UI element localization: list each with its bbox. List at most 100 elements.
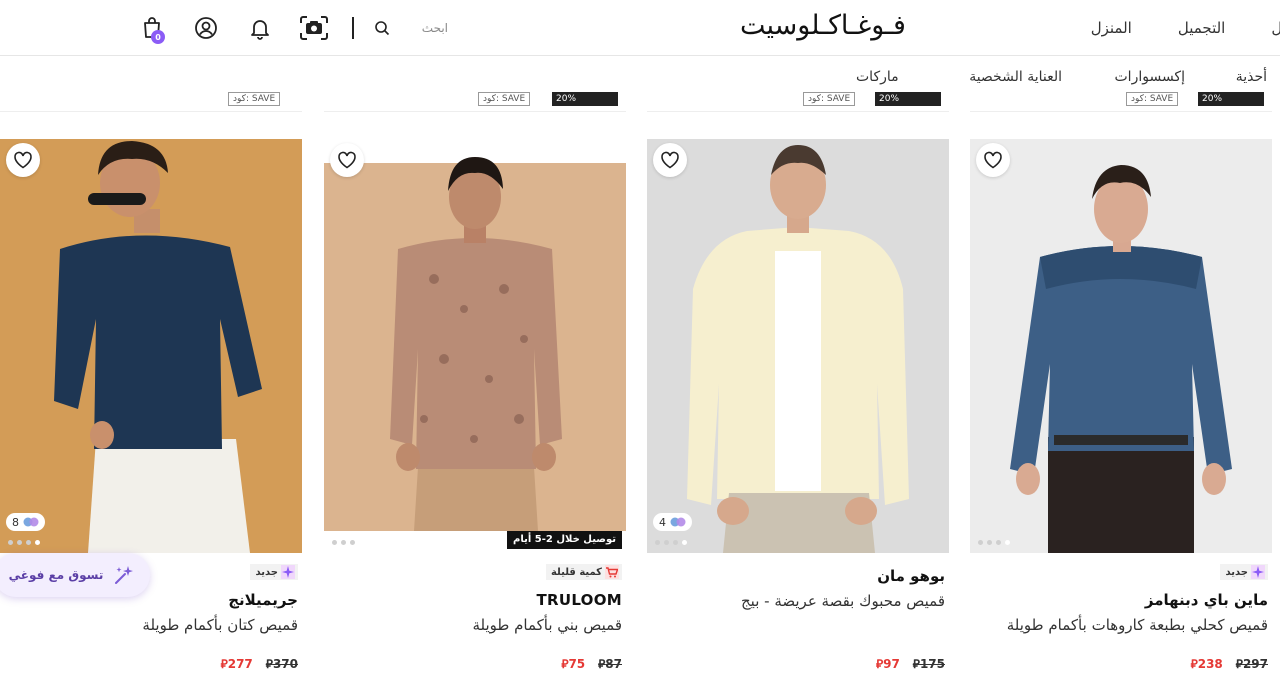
sparkle-wand-icon [115, 566, 134, 584]
product-card[interactable]: 8 جديد جريميلانج قميص كتان بأكمام طويلة … [0, 139, 302, 680]
product-image[interactable] [970, 139, 1272, 553]
product-name[interactable]: قميص كتان بأكمام طويلة [8, 615, 298, 636]
tag-label: كمية قليلة [550, 566, 602, 578]
assistant-label: تسوق مع فوغي [8, 568, 104, 582]
price-row: ⃁297 ⃁238 [1188, 657, 1268, 672]
heart-icon [14, 151, 32, 169]
sparkle-icon [281, 565, 295, 579]
product-brand[interactable]: بوهو مان [877, 567, 945, 585]
sparkle-icon [1251, 565, 1265, 579]
sale-price: ⃁75 [561, 657, 586, 671]
product-card[interactable]: 4 بوهو مان قميص محبوك بقصة عريضة - بيج ⃁… [647, 139, 949, 680]
tag-label: جديد [1225, 566, 1248, 578]
product-brand[interactable]: ماين باي دبنهامز [1145, 591, 1268, 609]
product-name[interactable]: قميص كحلي بطبعة كاروهات بأكمام طويلة [978, 615, 1268, 636]
wishlist-button[interactable] [6, 143, 40, 177]
image-carousel-dots[interactable] [332, 540, 355, 545]
original-price: ⃁175 [912, 657, 945, 671]
nav-item-beauty[interactable]: التجميل [1178, 19, 1226, 37]
search-box[interactable] [374, 12, 464, 44]
delivery-badge: توصيل خلال 2-5 أيام [507, 531, 622, 549]
image-carousel-dots[interactable] [655, 540, 687, 545]
price-row: ⃁175 ⃁97 [873, 657, 945, 672]
heart-icon [338, 151, 356, 169]
camera-search-icon [300, 16, 328, 40]
color-swatches-icon [670, 517, 686, 527]
promo-code-badge: كود: SAVE [228, 92, 281, 106]
product-card[interactable]: جديد ماين باي دبنهامز قميص كحلي بطبعة كا… [970, 139, 1272, 680]
color-swatch-count[interactable]: 4 [653, 513, 692, 531]
original-price: ⃁87 [598, 657, 622, 671]
product-photo [0, 139, 302, 553]
cart-icon [605, 565, 619, 579]
category-accessories[interactable]: إكسسوارات [1115, 69, 1186, 85]
prev-card-footer: 20% كود: SAVE [647, 92, 949, 112]
category-personal-care[interactable]: العناية الشخصية [969, 69, 1062, 85]
riyal-icon: ⃁ [1235, 657, 1243, 671]
bell-icon [251, 20, 269, 40]
new-tag: جديد [1220, 564, 1268, 580]
category-brands[interactable]: ماركات [856, 69, 899, 85]
category-bar: أحذية إكسسوارات العناية الشخصية ماركات [0, 57, 1280, 97]
account-button[interactable] [190, 12, 222, 44]
discount-badge: 20% [875, 92, 941, 106]
prev-card-footer: 20% كود: SAVE [970, 92, 1272, 112]
new-tag: جديد [250, 564, 298, 580]
shop-assistant-button[interactable]: تسوق مع فوغي [0, 553, 150, 597]
header-divider [352, 17, 354, 39]
bag-button[interactable]: 0 [136, 12, 168, 44]
heart-icon [984, 151, 1002, 169]
wishlist-button[interactable] [653, 143, 687, 177]
sale-price: ⃁238 [1190, 657, 1223, 671]
prev-card-footer: كود: SAVE [0, 92, 302, 112]
sale-price: ⃁277 [220, 657, 253, 671]
notifications-button[interactable] [244, 12, 276, 44]
promo-code-badge: كود: SAVE [803, 92, 856, 106]
low-stock-tag: كمية قليلة [545, 564, 622, 580]
search-icon [375, 21, 390, 36]
search-input[interactable] [398, 21, 448, 35]
product-photo [324, 157, 626, 531]
site-header: فال التجميل المنزل فـوغـاكـلوسيت 0 [0, 0, 1280, 56]
riyal-icon: ⃁ [1190, 657, 1198, 671]
bag-count-badge: 0 [151, 30, 165, 44]
price-row: ⃁370 ⃁277 [218, 657, 298, 672]
product-name[interactable]: قميص محبوك بقصة عريضة - بيج [655, 591, 945, 612]
nav-item-fashion[interactable]: فال [1271, 19, 1280, 37]
riyal-icon: ⃁ [220, 657, 228, 671]
heart-icon [661, 151, 679, 169]
product-brand[interactable]: جريميلانج [228, 591, 298, 609]
price-row: ⃁87 ⃁75 [558, 657, 622, 672]
image-carousel-dots[interactable] [978, 540, 1010, 545]
user-icon [195, 17, 217, 39]
promo-code-badge: كود: SAVE [1126, 92, 1179, 106]
riyal-icon: ⃁ [265, 657, 273, 671]
product-photo [970, 139, 1272, 553]
camera-search-button[interactable] [298, 12, 330, 44]
sale-price: ⃁97 [875, 657, 900, 671]
color-swatch-count[interactable]: 8 [6, 513, 45, 531]
product-image[interactable] [647, 139, 949, 553]
nav-item-home[interactable]: المنزل [1091, 19, 1132, 37]
product-name[interactable]: قميص بني بأكمام طويلة [332, 615, 622, 636]
original-price: ⃁297 [1235, 657, 1268, 671]
product-card[interactable]: توصيل خلال 2-5 أيام كمية قليلة TRULOOM ق… [324, 139, 626, 680]
wishlist-button[interactable] [976, 143, 1010, 177]
product-image[interactable] [0, 139, 302, 553]
header-actions: 0 [136, 12, 464, 44]
wishlist-button[interactable] [330, 143, 364, 177]
top-nav: فال التجميل المنزل [1091, 0, 1280, 56]
discount-badge: 20% [1198, 92, 1264, 106]
site-logo[interactable]: فـوغـاكـلوسيت [740, 10, 906, 41]
original-price: ⃁370 [265, 657, 298, 671]
category-shoes[interactable]: أحذية [1236, 69, 1267, 85]
riyal-icon: ⃁ [912, 657, 920, 671]
color-swatches-icon [23, 517, 39, 527]
image-carousel-dots[interactable] [8, 540, 40, 545]
promo-code-badge: كود: SAVE [478, 92, 531, 106]
product-brand[interactable]: TRULOOM [536, 591, 622, 609]
tag-label: جديد [255, 566, 278, 578]
discount-badge: 20% [552, 92, 618, 106]
prev-card-footer: 20% كود: SAVE [324, 92, 626, 112]
product-image[interactable] [324, 139, 626, 553]
